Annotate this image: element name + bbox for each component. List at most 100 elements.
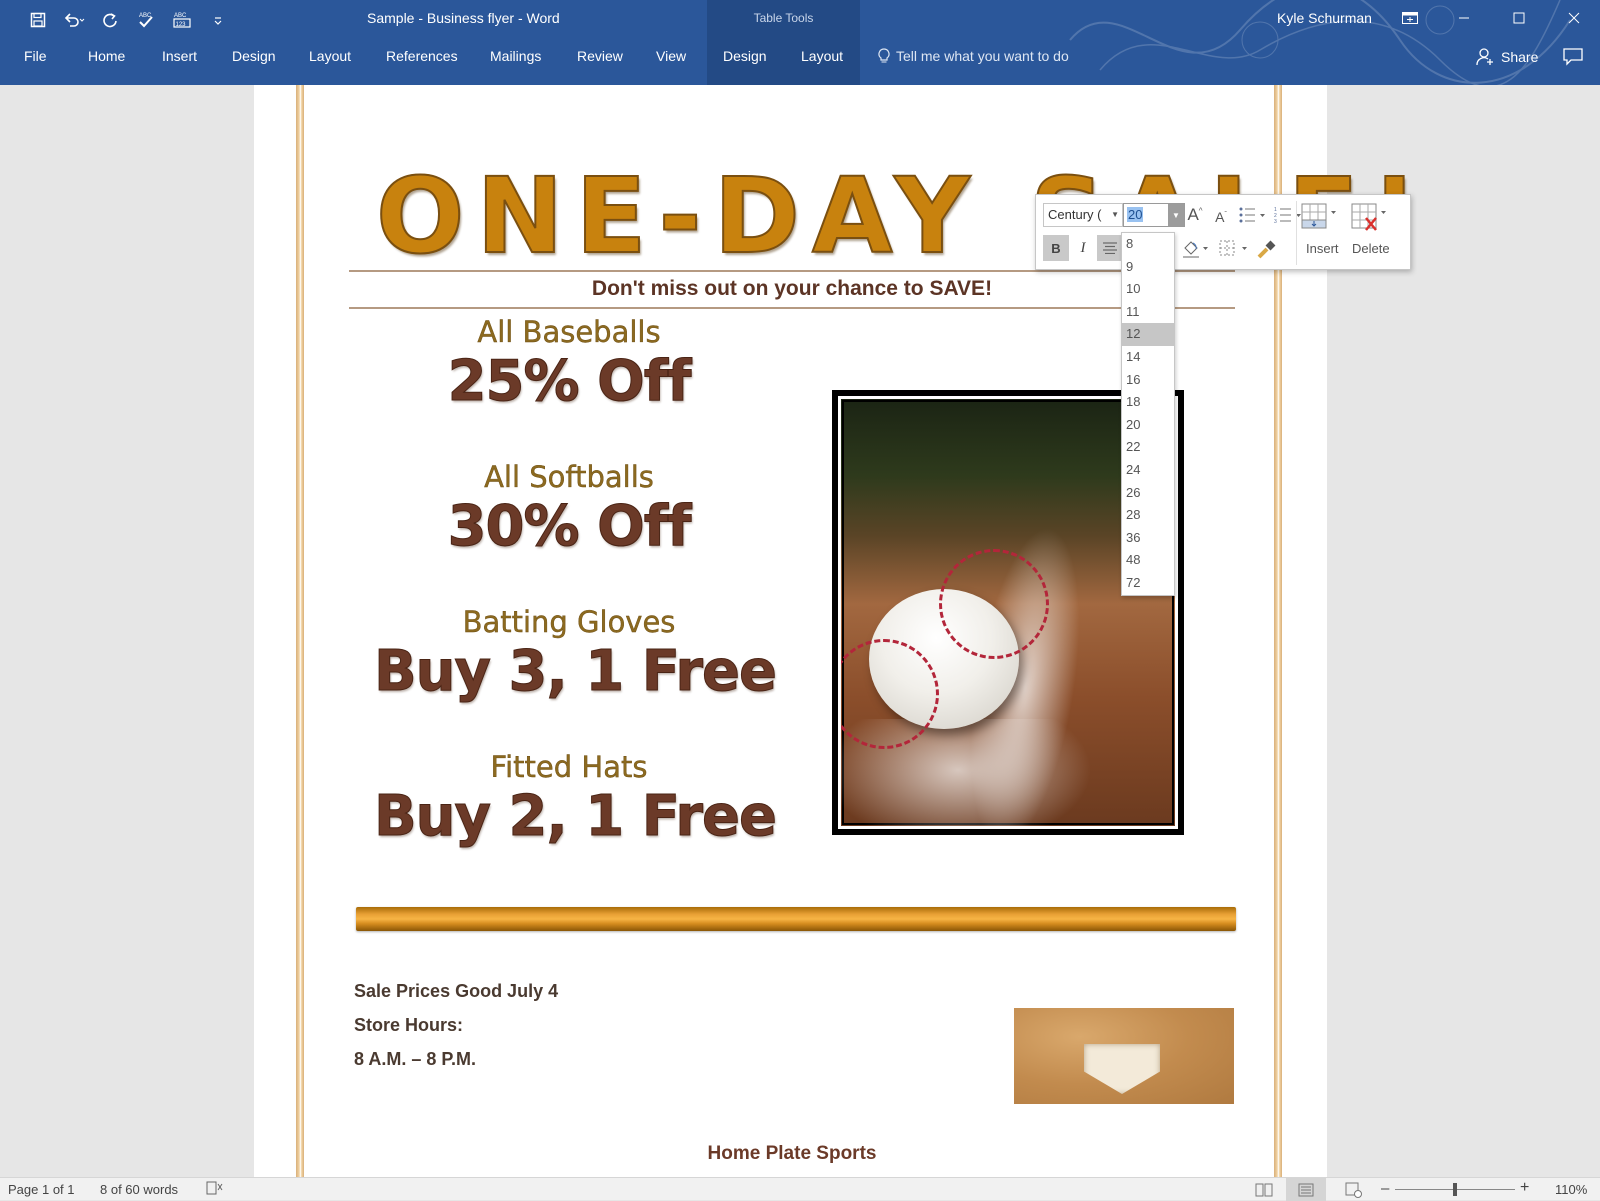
font-size-option-hovered[interactable]: 12: [1122, 323, 1174, 346]
print-layout-icon: [1298, 1183, 1314, 1196]
font-size-option[interactable]: 14: [1122, 346, 1174, 369]
tagline[interactable]: Don't miss out on your chance to SAVE!: [349, 277, 1235, 301]
format-painter-button[interactable]: [1255, 237, 1279, 261]
shrink-font-button[interactable]: Aˇ: [1210, 205, 1232, 229]
italic-button[interactable]: I: [1070, 235, 1096, 261]
info-store-hours-label[interactable]: Store Hours:: [354, 1015, 463, 1036]
font-size-option[interactable]: 28: [1122, 504, 1174, 527]
delete-table-icon: [1351, 203, 1386, 231]
shading-button[interactable]: [1179, 237, 1213, 261]
deal-item[interactable]: Batting Gloves Buy 3, 1 Free: [374, 605, 778, 705]
proofing-status-button[interactable]: [206, 1180, 224, 1199]
italic-label: I: [1080, 239, 1086, 256]
info-sale-date[interactable]: Sale Prices Good July 4: [354, 981, 558, 1002]
user-account[interactable]: Kyle Schurman: [1277, 10, 1372, 26]
comments-button[interactable]: [1563, 48, 1583, 71]
word-count[interactable]: 8 of 60 words: [100, 1182, 178, 1197]
save-icon: [30, 12, 46, 28]
font-dropdown-arrow-icon[interactable]: ▼: [1111, 210, 1119, 219]
zoom-slider-thumb[interactable]: [1453, 1183, 1457, 1196]
font-size-option[interactable]: 20: [1122, 414, 1174, 437]
store-name[interactable]: Home Plate Sports: [349, 1143, 1235, 1165]
word-count-button[interactable]: ABC 123: [164, 8, 200, 32]
info-store-hours[interactable]: 8 A.M. – 8 P.M.: [354, 1049, 476, 1070]
page-border-left: [296, 85, 304, 1177]
tab-insert[interactable]: Insert: [162, 48, 197, 64]
font-size-option[interactable]: 36: [1122, 527, 1174, 550]
grow-font-button[interactable]: A^: [1184, 203, 1206, 227]
borders-icon: [1219, 240, 1247, 256]
center-align-button[interactable]: [1097, 235, 1123, 261]
zoom-in-button[interactable]: +: [1520, 1179, 1529, 1197]
font-size-dropdown-arrow-icon[interactable]: ▼: [1168, 204, 1184, 226]
document-title: Sample - Business flyer - Word: [367, 10, 560, 26]
bullets-button[interactable]: [1236, 203, 1270, 227]
bold-label: B: [1051, 240, 1061, 256]
font-size-option[interactable]: 16: [1122, 369, 1174, 392]
svg-text:ABC: ABC: [174, 13, 187, 19]
deal-item[interactable]: Fitted Hats Buy 2, 1 Free: [374, 750, 778, 850]
share-button[interactable]: Share: [1476, 48, 1538, 66]
insert-label[interactable]: Insert: [1306, 241, 1339, 256]
zoom-level[interactable]: 110%: [1555, 1182, 1587, 1197]
tab-layout[interactable]: Layout: [309, 48, 351, 64]
tab-home[interactable]: Home: [88, 48, 125, 64]
redo-button[interactable]: [92, 8, 128, 32]
tell-me-search[interactable]: Tell me what you want to do: [878, 48, 1069, 64]
borders-button[interactable]: [1217, 237, 1253, 261]
maximize-button[interactable]: [1499, 4, 1539, 32]
font-size-box[interactable]: 20 ▼: [1123, 203, 1185, 227]
delete-table-button[interactable]: [1349, 201, 1391, 235]
deal-item[interactable]: All Baseballs 25% Off: [374, 315, 764, 415]
tab-table-design[interactable]: Design: [723, 48, 767, 64]
tab-file[interactable]: File: [24, 48, 47, 64]
font-size-option[interactable]: 48: [1122, 549, 1174, 572]
font-name-value: Century (: [1048, 207, 1102, 222]
font-size-option[interactable]: 18: [1122, 391, 1174, 414]
minimize-button[interactable]: [1444, 4, 1484, 32]
font-size-option[interactable]: 22: [1122, 436, 1174, 459]
share-person-icon: [1476, 48, 1493, 66]
tab-table-layout[interactable]: Layout: [801, 48, 843, 64]
insert-table-button[interactable]: [1299, 201, 1341, 235]
print-layout-button[interactable]: [1286, 1178, 1326, 1201]
grow-font-icon: A^: [1187, 205, 1203, 224]
undo-button[interactable]: [56, 8, 92, 32]
page-count[interactable]: Page 1 of 1: [8, 1182, 75, 1197]
tab-design[interactable]: Design: [232, 48, 276, 64]
bullets-icon: [1239, 207, 1265, 223]
ball-seam: [939, 549, 1049, 659]
deal-item[interactable]: All Softballs 30% Off: [374, 460, 764, 560]
deal-offer: Buy 3, 1 Free: [374, 639, 778, 705]
tab-references[interactable]: References: [386, 48, 458, 64]
font-size-value[interactable]: 20: [1127, 207, 1144, 222]
tab-mailings[interactable]: Mailings: [490, 48, 541, 64]
divider-bottom: [349, 307, 1235, 309]
ribbon-display-options-button[interactable]: [1390, 4, 1430, 32]
font-size-option[interactable]: 8: [1122, 233, 1174, 256]
delete-label[interactable]: Delete: [1352, 241, 1390, 256]
bold-button[interactable]: B: [1043, 235, 1069, 261]
proofing-book-icon: [206, 1181, 223, 1195]
redo-icon: [103, 13, 117, 28]
font-name-box[interactable]: Century ( ▼: [1043, 203, 1123, 227]
font-size-option[interactable]: 11: [1122, 301, 1174, 324]
font-size-option[interactable]: 10: [1122, 278, 1174, 301]
tab-view[interactable]: View: [656, 48, 686, 64]
font-size-option[interactable]: 24: [1122, 459, 1174, 482]
font-size-option[interactable]: 9: [1122, 256, 1174, 279]
save-button[interactable]: [20, 8, 56, 32]
home-plate-image[interactable]: [1014, 1008, 1234, 1104]
maximize-icon: [1513, 12, 1525, 24]
spelling-grammar-button[interactable]: ABC: [128, 8, 164, 32]
customize-qat-button[interactable]: [200, 8, 236, 32]
customize-icon: [214, 17, 222, 25]
font-size-option[interactable]: 72: [1122, 572, 1174, 595]
tab-review[interactable]: Review: [577, 48, 623, 64]
web-layout-button[interactable]: [1334, 1178, 1374, 1201]
zoom-out-button[interactable]: –: [1381, 1180, 1389, 1197]
close-button[interactable]: [1554, 4, 1594, 32]
font-size-option[interactable]: 26: [1122, 482, 1174, 505]
title-bar: ABC ABC 123 Sample - Business flyer - Wor…: [0, 0, 1600, 85]
read-mode-button[interactable]: [1244, 1178, 1284, 1201]
